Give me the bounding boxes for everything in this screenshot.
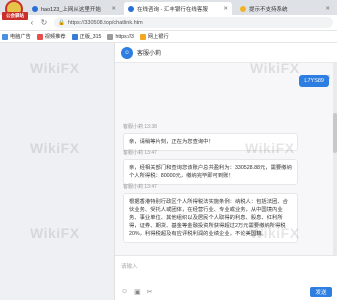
agent-message: 客服小莉 13:47 根据香港特别行政区个人所得税法实施条例：纳税人：包括法团、… bbox=[123, 183, 298, 243]
emoji-icon[interactable]: ☺ bbox=[121, 288, 128, 296]
agent-message: 客服小莉 13:47 亲，经相关部门和查询您该账户总共盈利为：330528.88… bbox=[123, 149, 298, 185]
tab-favicon-icon bbox=[128, 5, 134, 12]
tab-favicon-icon bbox=[240, 5, 246, 12]
scissors-icon[interactable]: ✂ bbox=[147, 288, 153, 296]
tab-label: hao123_上网从这里开始 bbox=[41, 6, 101, 13]
agent-message-bubble: 亲，经相关部门和查询您该账户总共盈利为：330528.88元，需要缴纳个人所得税… bbox=[123, 159, 298, 185]
bookmark-item[interactable]: 正版_315 bbox=[71, 33, 101, 40]
close-icon[interactable]: ✕ bbox=[219, 6, 228, 12]
bookmark-icon bbox=[107, 33, 114, 40]
send-button[interactable]: 发送 bbox=[310, 287, 332, 297]
address-bar: ‹ ↻ 🔒 https://330508.top/chatlink.htm bbox=[0, 15, 337, 31]
url-text: https://330508.top/chatlink.htm bbox=[67, 19, 143, 26]
bookmark-item[interactable]: 网上银行 bbox=[139, 33, 169, 40]
logo-ribbon: 公会驿站 bbox=[2, 12, 28, 20]
bookmark-icon bbox=[2, 33, 8, 40]
user-message-bubble: L7YS89 bbox=[299, 75, 329, 87]
tab-label: 在线咨询 - 汇丰银行在线客服 bbox=[137, 6, 208, 13]
bookmark-item[interactable]: https://3 bbox=[107, 33, 134, 40]
page-body: ☺ 客服小莉 13:36 L7YS89 客服小莉 13:38 亲，请稍等片刻，正… bbox=[0, 43, 337, 300]
agent-message-bubble: 根据香港特别行政区个人所得税法实施条例：纳税人：包括法团、合伙业务、受托人或团体… bbox=[123, 193, 298, 243]
browser-tab-strip: hao123_上网从这里开始 ✕ 在线咨询 - 汇丰银行在线客服 ✕ 提示不支持… bbox=[0, 0, 337, 15]
bookmark-icon bbox=[36, 33, 43, 40]
close-icon[interactable]: ✕ bbox=[321, 6, 330, 12]
lock-icon: 🔒 bbox=[58, 19, 65, 26]
reload-icon[interactable]: ↻ bbox=[38, 18, 50, 27]
url-field[interactable]: 🔒 https://330508.top/chatlink.htm bbox=[54, 17, 333, 28]
attachment-icon[interactable]: ▣ bbox=[134, 288, 141, 296]
site-logo: 公会驿站 bbox=[2, 0, 28, 22]
scrollbar-thumb[interactable] bbox=[333, 113, 337, 153]
message-meta: 客服小莉 13:47 bbox=[123, 150, 157, 156]
message-meta: 客服小莉 13:47 bbox=[123, 184, 157, 190]
agent-name: 客服小莉 bbox=[137, 51, 162, 57]
tab-favicon-icon bbox=[32, 5, 38, 12]
tab-chat[interactable]: 在线咨询 - 汇丰银行在线客服 ✕ bbox=[124, 2, 232, 15]
tab-unsupported[interactable]: 提示不支持系统 ✕ bbox=[236, 2, 334, 15]
bookmark-icon bbox=[71, 33, 78, 40]
message-composer: 请输入 ☺ ▣ ✂ 发送 bbox=[115, 255, 337, 300]
agent-message: 客服小莉 13:38 亲，请稍等片刻，正在为您查询中！ bbox=[123, 123, 298, 151]
chat-header: ☺ 客服小莉 bbox=[115, 43, 337, 63]
bookmark-item[interactable]: 电脑广告 bbox=[2, 33, 31, 40]
agent-avatar: ☺ bbox=[121, 46, 133, 59]
chat-scrollbar[interactable] bbox=[333, 63, 337, 255]
close-icon[interactable]: ✕ bbox=[107, 6, 116, 12]
composer-tools: ☺ ▣ ✂ bbox=[121, 288, 153, 296]
tab-hao123[interactable]: hao123_上网从这里开始 ✕ bbox=[28, 2, 120, 15]
bookmark-item[interactable]: 视频推荐 bbox=[36, 33, 66, 40]
chat-window: ☺ 客服小莉 13:36 L7YS89 客服小莉 13:38 亲，请稍等片刻，正… bbox=[114, 43, 337, 300]
bookmark-icon bbox=[139, 33, 146, 40]
bookmarks-bar: 电脑广告 视频推荐 正版_315 https://3 网上银行 bbox=[0, 31, 337, 43]
message-input[interactable]: 请输入 bbox=[121, 262, 138, 270]
tab-label: 提示不支持系统 bbox=[249, 6, 288, 13]
message-meta: 客服小莉 13:38 bbox=[123, 124, 157, 130]
